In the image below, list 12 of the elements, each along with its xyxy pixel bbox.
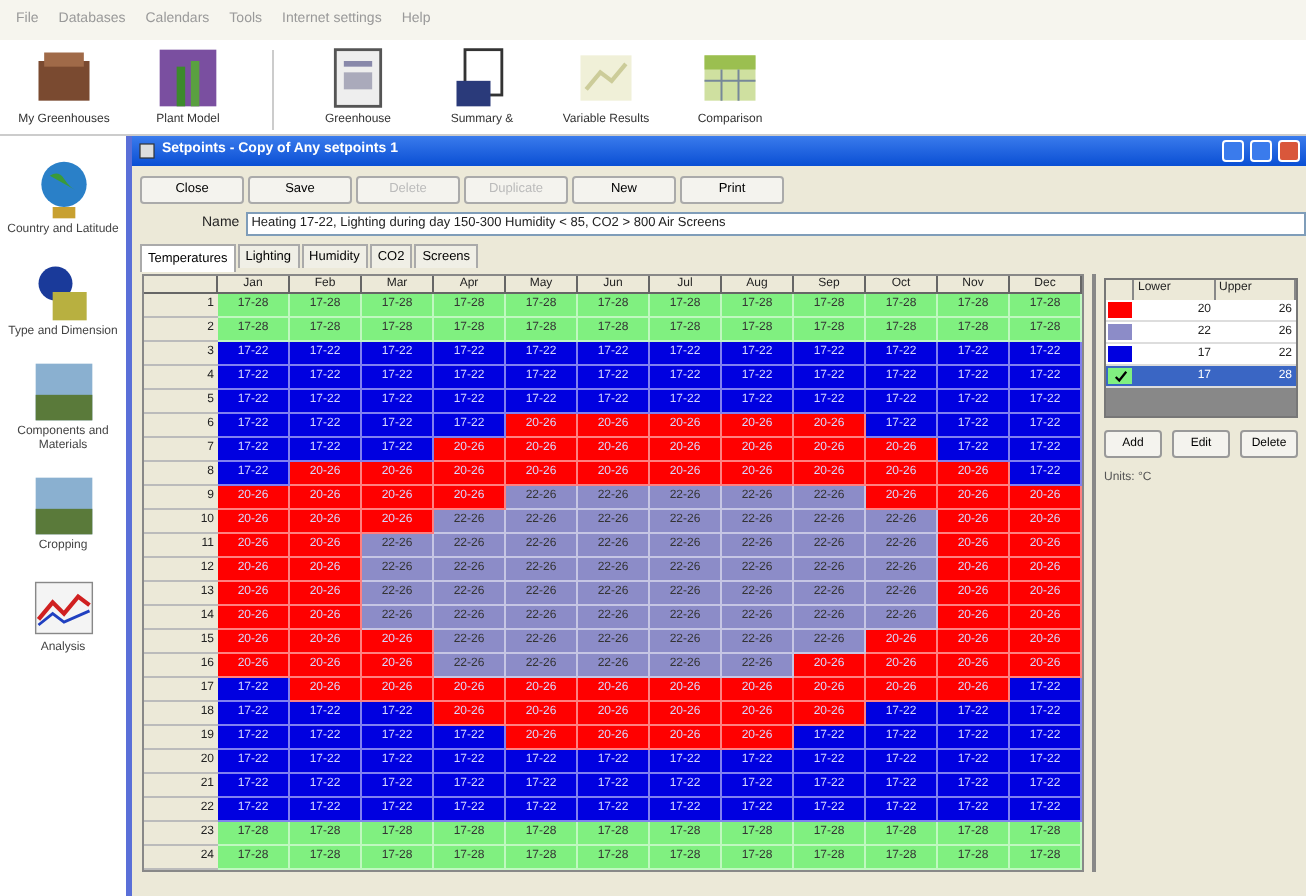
scrollbar[interactable] xyxy=(1092,274,1096,872)
maximize-button[interactable] xyxy=(1250,140,1272,162)
zone-swatch[interactable] xyxy=(1108,368,1132,384)
check-icon xyxy=(1113,369,1127,383)
table-corner xyxy=(144,276,218,294)
zone-swatch[interactable] xyxy=(1108,302,1132,318)
zone-swatch[interactable] xyxy=(1108,324,1132,340)
window-icon xyxy=(138,142,156,160)
zone-swatch[interactable] xyxy=(1108,346,1132,362)
help-button[interactable] xyxy=(1222,140,1244,162)
close-button[interactable] xyxy=(1278,140,1300,162)
plant-icon xyxy=(154,44,222,112)
